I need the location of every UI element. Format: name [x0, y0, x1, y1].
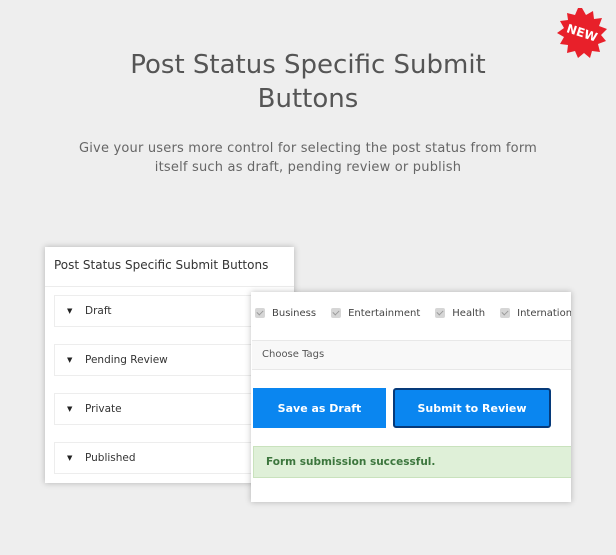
caret-down-icon: ▼: [67, 307, 73, 315]
page-subtitle: Give your users more control for selecti…: [50, 139, 566, 177]
panel-title: Post Status Specific Submit Buttons: [54, 258, 269, 272]
category-entertainment[interactable]: Entertainment: [328, 308, 420, 319]
category-label: Entertainment: [348, 307, 421, 319]
status-item-label: Draft: [85, 305, 112, 317]
checkbox-checked-icon[interactable]: [500, 308, 511, 318]
status-item-label: Pending Review: [85, 354, 168, 366]
checkbox-checked-icon[interactable]: [435, 308, 446, 318]
category-international[interactable]: International: [497, 308, 571, 319]
checkbox-checked-icon[interactable]: [331, 308, 342, 318]
submission-form: Business Entertainment Health Internatio…: [251, 292, 571, 502]
category-label: Business: [272, 307, 317, 319]
category-health[interactable]: Health: [432, 308, 485, 319]
status-item-label: Published: [85, 452, 136, 464]
caret-down-icon: ▼: [67, 454, 73, 462]
caret-down-icon: ▼: [67, 356, 73, 364]
title-line-2: Buttons: [257, 84, 359, 114]
caret-down-icon: ▼: [67, 405, 73, 413]
page-title: Post Status Specific Submit Buttons: [0, 48, 616, 116]
save-as-draft-button[interactable]: Save as Draft: [253, 388, 386, 428]
status-item-label: Private: [85, 403, 122, 415]
category-label: International: [517, 307, 571, 319]
subtitle-line-1: Give your users more control for selecti…: [78, 141, 538, 156]
checkbox-checked-icon[interactable]: [255, 308, 265, 318]
divider: [45, 286, 294, 287]
success-message: Form submission successful.: [253, 446, 571, 478]
subtitle-line-2: itself such as draft, pending review or …: [154, 160, 462, 175]
category-business[interactable]: Business: [251, 308, 316, 319]
title-line-1: Post Status Specific Submit: [130, 50, 486, 80]
category-label: Health: [452, 307, 486, 319]
category-checkboxes: Business Entertainment Health Internatio…: [251, 306, 571, 320]
tags-input[interactable]: Choose Tags: [252, 340, 571, 370]
submit-to-review-button[interactable]: Submit to Review: [393, 388, 551, 428]
